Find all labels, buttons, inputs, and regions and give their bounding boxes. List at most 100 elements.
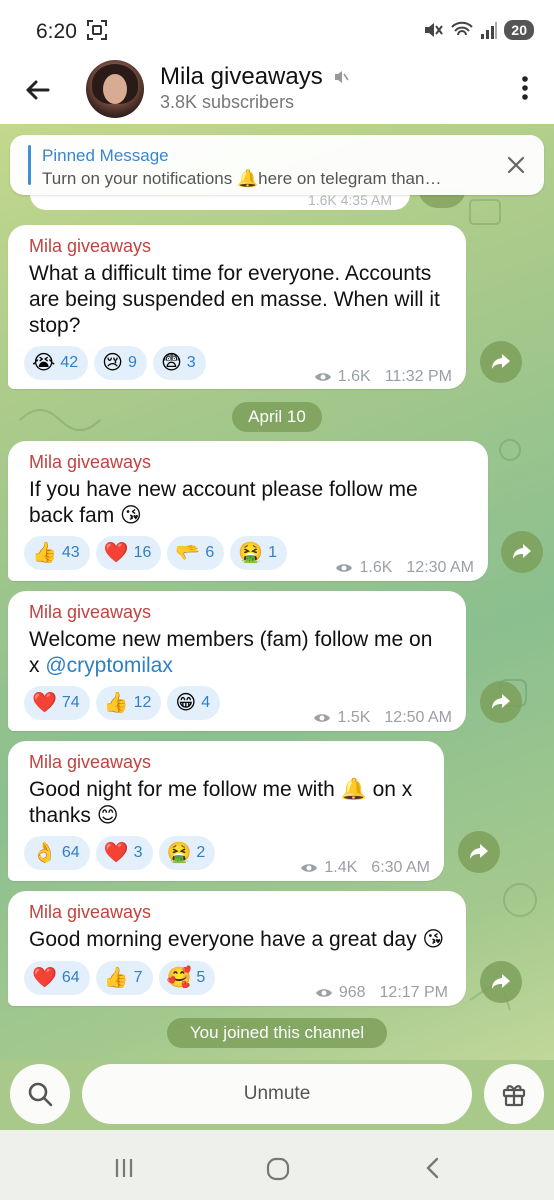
- status-time: 6:20: [36, 20, 77, 43]
- views-icon: [315, 989, 332, 997]
- home-icon[interactable]: [265, 1156, 291, 1182]
- reaction-chip[interactable]: 🤮 2: [158, 836, 216, 870]
- reaction-chip[interactable]: 😨 3: [152, 346, 206, 380]
- message-time: 6:30 AM: [371, 859, 430, 876]
- screenshot-icon: [87, 20, 107, 40]
- reaction-chip[interactable]: 🥰 5: [158, 961, 216, 995]
- reactions-row: 👍 43 ❤️ 16 🫳 6 🤮 1: [24, 536, 288, 570]
- share-button[interactable]: [480, 681, 522, 723]
- search-button[interactable]: [10, 1064, 70, 1124]
- message-sender: Mila giveaways: [29, 902, 152, 922]
- message-text: What a difficult time for everyone. Acco…: [29, 262, 440, 337]
- previous-message-tail: 1.6K 4:35 AM: [30, 192, 410, 210]
- message-time: 11:32 PM: [384, 368, 452, 385]
- message-time: 12:30 AM: [406, 559, 474, 576]
- message-text: Good night for me follow me with 🔔 on xt…: [29, 778, 413, 827]
- message-text: Good morning everyone have a great day 😘: [29, 928, 445, 951]
- reaction-chip[interactable]: 😁 4: [167, 686, 221, 720]
- message-meta: 1.5K 12:50 AM: [313, 709, 452, 727]
- status-icons: 20: [422, 18, 534, 42]
- reaction-chip[interactable]: 🤮 1: [230, 536, 288, 570]
- pinned-message-bar[interactable]: Pinned Message Turn on your notification…: [10, 135, 544, 195]
- status-bar: 6:20 20: [0, 0, 554, 60]
- date-divider: April 10: [232, 402, 322, 432]
- signal-icon: [481, 22, 498, 39]
- message-sender: Mila giveaways: [29, 602, 152, 622]
- pinned-text: Turn on your notifications 🔔here on tele…: [42, 169, 442, 188]
- subscriber-count: 3.8K subscribers: [160, 92, 295, 112]
- message-time: 12:50 AM: [384, 709, 452, 726]
- message-sender: Mila giveaways: [29, 752, 152, 772]
- chat-header: Mila giveaways 3.8K subscribers: [0, 60, 554, 124]
- reactions-row: ❤️ 74 👍 12 😁 4: [24, 686, 221, 720]
- twitter-handle-link[interactable]: @cryptomilax: [45, 654, 173, 677]
- more-options-icon[interactable]: [520, 74, 530, 102]
- message-time: 12:17 PM: [379, 984, 448, 1001]
- reaction-chip[interactable]: ❤️ 74: [24, 686, 90, 720]
- back-nav-icon[interactable]: [422, 1156, 444, 1180]
- muted-speaker-icon: [334, 71, 349, 83]
- recent-apps-icon[interactable]: [112, 1156, 136, 1180]
- message-sender: Mila giveaways: [29, 452, 152, 472]
- mute-icon: [425, 23, 444, 37]
- gift-button[interactable]: [484, 1064, 544, 1124]
- message-bubble[interactable]: Mila giveaways Welcome new members (fam)…: [8, 591, 466, 731]
- reactions-row: 😭 42 😢 9 😨 3: [24, 346, 206, 380]
- bottom-bar: Unmute: [0, 1060, 554, 1130]
- pinned-accent-bar: [28, 145, 31, 185]
- reaction-chip[interactable]: 👍 7: [95, 961, 153, 995]
- back-arrow-icon[interactable]: [22, 74, 54, 106]
- gift-icon: [502, 1085, 526, 1107]
- reaction-chip[interactable]: 🫳 6: [167, 536, 225, 570]
- reactions-row: ❤️ 64 👍 7 🥰 5: [24, 961, 216, 995]
- share-arrow-icon: [492, 354, 510, 369]
- reaction-chip[interactable]: 👍 12: [95, 686, 162, 720]
- unmute-button[interactable]: Unmute: [82, 1064, 472, 1124]
- reaction-chip[interactable]: ❤️ 16: [95, 536, 162, 570]
- message-text: Welcome new members (fam) follow me on x…: [29, 628, 433, 677]
- reaction-chip[interactable]: 👌 64: [24, 836, 90, 870]
- reaction-chip[interactable]: 😭 42: [24, 346, 89, 380]
- search-icon: [28, 1082, 53, 1107]
- reactions-row: 👌 64 ❤️ 3 🤮 2: [24, 836, 216, 870]
- message-meta: 968 12:17 PM: [315, 984, 448, 1002]
- views-icon: [301, 864, 318, 872]
- reaction-chip[interactable]: 👍 43: [24, 536, 90, 570]
- channel-avatar[interactable]: [86, 60, 144, 118]
- message-bubble[interactable]: Mila giveaways Good morning everyone hav…: [8, 891, 466, 1006]
- reaction-chip[interactable]: 😢 9: [94, 346, 147, 380]
- view-count: 1.6K: [337, 368, 371, 385]
- message-meta: 1.4K 6:30 AM: [300, 859, 430, 877]
- share-arrow-icon: [513, 544, 531, 559]
- message-bubble[interactable]: Mila giveaways If you have new account p…: [8, 441, 488, 581]
- channel-name: Mila giveaways: [160, 63, 323, 90]
- message-sender: Mila giveaways: [29, 236, 152, 256]
- reaction-chip[interactable]: ❤️ 64: [24, 961, 90, 995]
- share-button[interactable]: [501, 531, 543, 573]
- view-count: 1.5K: [337, 709, 371, 726]
- message-bubble[interactable]: Mila giveaways Good night for me follow …: [8, 741, 444, 881]
- channel-title[interactable]: Mila giveaways: [160, 63, 349, 91]
- message-meta: 1.6K 11:32 PM: [314, 368, 452, 386]
- share-button[interactable]: [458, 831, 500, 873]
- close-icon[interactable]: [506, 155, 526, 175]
- battery-level: 20: [504, 20, 534, 40]
- views-icon: [314, 373, 331, 381]
- views-icon: [336, 564, 353, 572]
- views-icon: [314, 714, 331, 722]
- message-text: If you have new account please follow me…: [29, 478, 418, 527]
- message-bubble[interactable]: Mila giveaways What a difficult time for…: [8, 225, 466, 389]
- share-button[interactable]: [480, 961, 522, 1003]
- system-nav-bar: [0, 1130, 554, 1200]
- share-button[interactable]: [480, 341, 522, 383]
- joined-channel-notice: You joined this channel: [167, 1018, 387, 1048]
- view-count: 968: [338, 984, 366, 1001]
- reaction-chip[interactable]: ❤️ 3: [95, 836, 153, 870]
- wifi-icon: [451, 21, 474, 36]
- view-count: 1.6K: [359, 559, 393, 576]
- share-arrow-icon: [492, 694, 510, 709]
- message-meta: 1.6K 12:30 AM: [335, 559, 474, 577]
- share-arrow-icon: [470, 844, 488, 859]
- pinned-label: Pinned Message: [42, 146, 169, 165]
- view-count: 1.4K: [324, 859, 358, 876]
